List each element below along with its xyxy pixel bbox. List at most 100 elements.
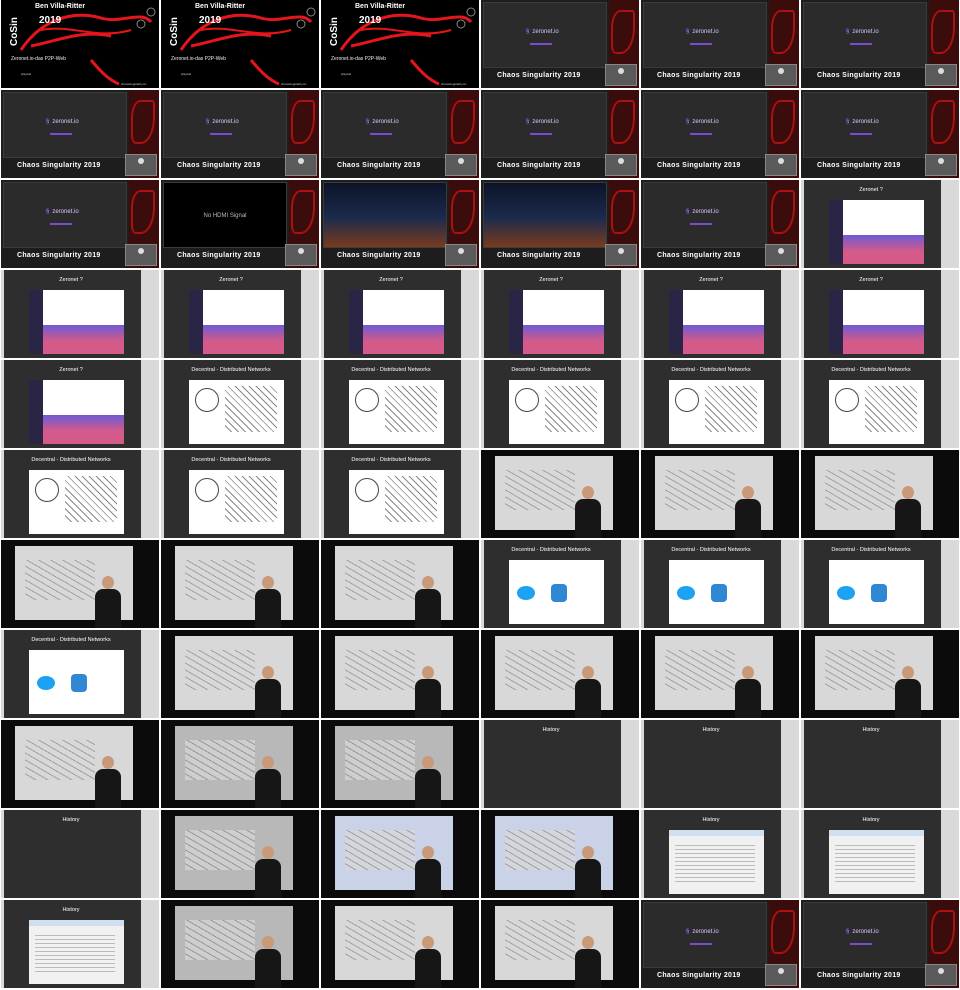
- thumbnail-tile[interactable]: Zeronet ?: [801, 180, 959, 268]
- thumbnail-tile[interactable]: zeronet.io Chaos Singularity 2019: [641, 0, 799, 88]
- speaker-head: [262, 846, 274, 859]
- thumbnail-tile[interactable]: [161, 720, 319, 808]
- thumbnail-tile[interactable]: zeronet.io Chaos Singularity 2019: [321, 90, 479, 178]
- thumbnail-tile[interactable]: Zeronet ?: [481, 270, 639, 358]
- speaker-figure: [413, 576, 443, 628]
- thumbnail-tile[interactable]: Zeronet ?: [321, 270, 479, 358]
- thumbnail-tile[interactable]: History: [481, 720, 639, 808]
- thumbnail-tile[interactable]: [481, 450, 639, 538]
- slide-left-edge: [801, 270, 804, 358]
- thumbnail-tile[interactable]: zeronet.io Chaos Singularity 2019: [161, 90, 319, 178]
- speaker-figure: [573, 936, 603, 988]
- thumbnail-tile[interactable]: [481, 900, 639, 988]
- slide-content: [189, 470, 284, 534]
- zeronet-logo: zeronet.io: [846, 929, 878, 935]
- slide-right-edge: [781, 810, 799, 898]
- slide-left-edge: [1, 900, 4, 988]
- thumbnail-tile[interactable]: [641, 450, 799, 538]
- thumbnail-tile[interactable]: zeronet.io Chaos Singularity 2019: [801, 900, 959, 988]
- speaker-head: [262, 936, 274, 949]
- thumbnail-tile[interactable]: History: [801, 720, 959, 808]
- thumbnail-tile[interactable]: Zeronet ?: [641, 270, 799, 358]
- zeronet-logo: zeronet.io: [46, 119, 78, 125]
- thumbnail-tile[interactable]: [1, 540, 159, 628]
- speaker-head: [422, 756, 434, 769]
- slide-right-edge: [941, 810, 959, 898]
- slide-heading: Decentral - Distributed Networks: [831, 367, 911, 373]
- event-brand-label: Chaos Singularity 2019: [497, 162, 581, 169]
- thumbnail-tile[interactable]: History: [1, 810, 159, 898]
- thumbnail-tile[interactable]: Decentral - Distributed Networks: [161, 450, 319, 538]
- slide-right-edge: [941, 360, 959, 448]
- thumbnail-tile[interactable]: History: [801, 810, 959, 898]
- thumbnail-tile[interactable]: [641, 630, 799, 718]
- zeronet-logo: zeronet.io: [526, 29, 558, 35]
- event-brand-label: Chaos Singularity 2019: [817, 972, 901, 979]
- speaker-camera-inset: [605, 244, 637, 266]
- slide-right-edge: [141, 270, 159, 358]
- speaker-figure: [413, 936, 443, 988]
- event-brand-label: Chaos Singularity 2019: [17, 252, 101, 259]
- speaker-body: [735, 499, 761, 538]
- thumbnail-tile[interactable]: History: [1, 900, 159, 988]
- thumbnail-tile[interactable]: Decentral - Distributed Networks: [481, 360, 639, 448]
- thumbnail-tile[interactable]: CoSin Ben Villa-Ritter 2019 Zeronet.io-das …: [1, 0, 159, 88]
- thumbnail-tile[interactable]: [481, 810, 639, 898]
- thumbnail-tile[interactable]: CoSin Ben Villa-Ritter 2019 Zeronet.io-das …: [161, 0, 319, 88]
- thumbnail-tile[interactable]: Zeronet ?: [1, 270, 159, 358]
- thumbnail-tile[interactable]: zeronet.io Chaos Singularity 2019: [641, 180, 799, 268]
- thumbnail-tile[interactable]: zeronet.io Chaos Singularity 2019: [481, 0, 639, 88]
- thumbnail-tile[interactable]: Decentral - Distributed Networks: [801, 540, 959, 628]
- thumbnail-tile[interactable]: [481, 630, 639, 718]
- slide-left-edge: [481, 540, 484, 628]
- thumbnail-tile[interactable]: zeronet.io Chaos Singularity 2019: [801, 90, 959, 178]
- slide-heading: History: [862, 727, 880, 733]
- thumbnail-tile[interactable]: No HDMI Signal Chaos Singularity 2019: [161, 180, 319, 268]
- thumbnail-tile[interactable]: [321, 720, 479, 808]
- thumbnail-tile[interactable]: Decentral - Distributed Networks: [1, 450, 159, 538]
- thumbnail-tile[interactable]: Decentral - Distributed Networks: [161, 360, 319, 448]
- thumbnail-tile[interactable]: Decentral - Distributed Networks: [801, 360, 959, 448]
- slide-heading: Zeronet ?: [59, 367, 83, 373]
- thumbnail-tile[interactable]: [161, 630, 319, 718]
- thumbnail-tile[interactable]: Zeronet ?: [1, 360, 159, 448]
- speaker-head: [742, 666, 754, 679]
- thumbnail-tile[interactable]: Decentral - Distributed Networks: [481, 540, 639, 628]
- thumbnail-tile[interactable]: [321, 630, 479, 718]
- thumbnail-tile[interactable]: CoSin Ben Villa-Ritter 2019 Zeronet.io-das …: [321, 0, 479, 88]
- thumbnail-tile[interactable]: [161, 810, 319, 898]
- speaker-camera-inset: [445, 154, 477, 176]
- thumbnail-tile[interactable]: zeronet.io Chaos Singularity 2019: [801, 0, 959, 88]
- slide-content: [669, 560, 764, 624]
- thumbnail-tile[interactable]: Decentral - Distributed Networks: [321, 450, 479, 538]
- thumbnail-tile[interactable]: Decentral - Distributed Networks: [321, 360, 479, 448]
- event-brand-label: Chaos Singularity 2019: [337, 162, 421, 169]
- thumbnail-tile[interactable]: [161, 540, 319, 628]
- slide-screen: No HDMI Signal: [163, 182, 287, 248]
- thumbnail-tile[interactable]: [1, 720, 159, 808]
- thumbnail-tile[interactable]: [161, 900, 319, 988]
- thumbnail-tile[interactable]: [801, 450, 959, 538]
- thumbnail-tile[interactable]: [321, 900, 479, 988]
- thumbnail-tile[interactable]: zeronet.io Chaos Singularity 2019: [1, 180, 159, 268]
- thumbnail-tile[interactable]: Chaos Singularity 2019: [481, 180, 639, 268]
- speaker-head: [582, 936, 594, 949]
- thumbnail-tile[interactable]: Chaos Singularity 2019: [321, 180, 479, 268]
- thumbnail-tile[interactable]: Zeronet ?: [801, 270, 959, 358]
- thumbnail-tile[interactable]: [321, 540, 479, 628]
- slide-content: [829, 200, 924, 264]
- thumbnail-tile[interactable]: Decentral - Distributed Networks: [1, 630, 159, 718]
- thumbnail-tile[interactable]: zeronet.io Chaos Singularity 2019: [481, 90, 639, 178]
- thumbnail-tile[interactable]: Decentral - Distributed Networks: [641, 360, 799, 448]
- thumbnail-tile[interactable]: zeronet.io Chaos Singularity 2019: [1, 90, 159, 178]
- thumbnail-tile[interactable]: [321, 810, 479, 898]
- thumbnail-tile[interactable]: zeronet.io Chaos Singularity 2019: [641, 900, 799, 988]
- thumbnail-tile[interactable]: Decentral - Distributed Networks: [641, 540, 799, 628]
- slide-heading: Decentral - Distributed Networks: [351, 457, 431, 463]
- thumbnail-tile[interactable]: [801, 630, 959, 718]
- slide-screen: zeronet.io: [643, 92, 767, 158]
- thumbnail-tile[interactable]: Zeronet ?: [161, 270, 319, 358]
- thumbnail-tile[interactable]: zeronet.io Chaos Singularity 2019: [641, 90, 799, 178]
- thumbnail-tile[interactable]: History: [641, 720, 799, 808]
- thumbnail-tile[interactable]: History: [641, 810, 799, 898]
